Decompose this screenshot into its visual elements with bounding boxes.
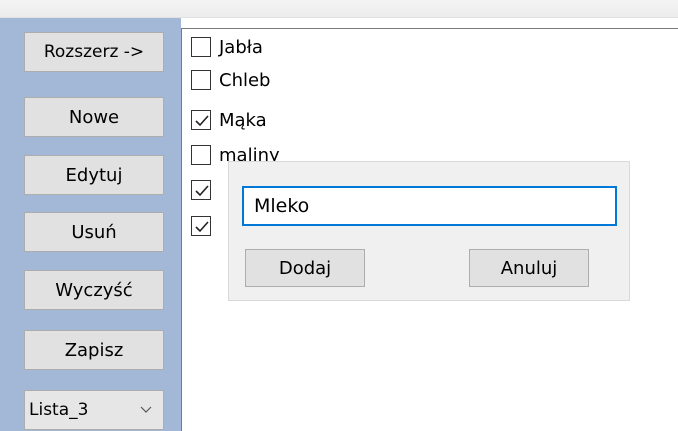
item-checkbox[interactable]: [191, 145, 211, 165]
list-item-label: Mąka: [219, 109, 267, 131]
list-item[interactable]: Chleb: [191, 66, 270, 94]
save-button[interactable]: Zapisz: [24, 330, 164, 370]
item-checkbox[interactable]: [191, 216, 211, 236]
new-button[interactable]: Nowe: [24, 97, 164, 137]
edit-button[interactable]: Edytuj: [24, 155, 164, 195]
cancel-button[interactable]: Anuluj: [469, 249, 589, 287]
side-panel: Rozszerz -> Nowe Edytuj Usuń Wyczyść Zap…: [0, 18, 181, 431]
chevron-down-icon: [140, 406, 152, 413]
add-item-dialog: Dodaj Anuluj: [228, 161, 630, 301]
add-button[interactable]: Dodaj: [245, 249, 365, 287]
list-select-value: Lista_3: [29, 400, 89, 420]
list-item[interactable]: Mąka: [191, 106, 267, 134]
checkmark-icon: [195, 185, 209, 197]
list-item-label: Chleb: [219, 69, 271, 91]
list-item[interactable]: Jabła: [191, 33, 263, 61]
item-checkbox[interactable]: [191, 180, 211, 200]
checkmark-icon: [195, 221, 209, 233]
checkmark-icon: [195, 115, 209, 127]
list-item[interactable]: [191, 176, 219, 204]
window-top-edge: [0, 0, 678, 18]
delete-button[interactable]: Usuń: [24, 212, 164, 252]
list-select[interactable]: Lista_3: [24, 390, 164, 430]
expand-button[interactable]: Rozszerz ->: [24, 32, 164, 72]
clear-button[interactable]: Wyczyść: [24, 270, 164, 310]
list-item[interactable]: [191, 212, 219, 240]
item-name-input[interactable]: [242, 186, 617, 226]
item-checkbox[interactable]: [191, 70, 211, 90]
item-checkbox[interactable]: [191, 37, 211, 57]
item-checkbox[interactable]: [191, 110, 211, 130]
list-item-label: Jabła: [219, 36, 263, 58]
